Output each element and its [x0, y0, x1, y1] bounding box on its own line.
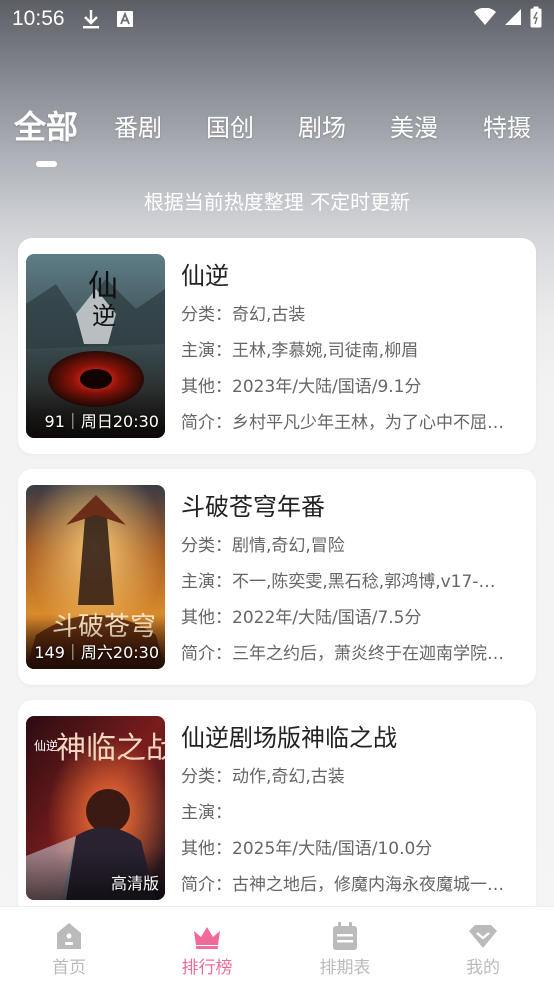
- item-intro: 简介：古神之地后，修魔内海永夜魔城一…: [181, 875, 504, 895]
- list-item[interactable]: 仙逆 神临之战 高清版 仙逆剧场版神临之战 分类：动作,奇幻,古装 主演： 其他…: [18, 700, 536, 916]
- ranking-subtitle: 根据当前热度整理 不定时更新: [143, 190, 411, 214]
- list-item[interactable]: 斗破苍穹 149｜周六20:30 斗破苍穹年番 分类：剧情,奇幻,冒险 主演：不…: [18, 469, 536, 685]
- poster-image[interactable]: 斗破苍穹 149｜周六20:30: [26, 485, 165, 669]
- nav-label: 我的: [466, 958, 500, 978]
- download-icon: [81, 9, 101, 29]
- episode-badge: 149｜周六20:30: [34, 643, 159, 662]
- item-title[interactable]: 仙逆: [181, 256, 229, 291]
- tab-american-comics[interactable]: 美漫: [390, 108, 438, 143]
- a-icon: [115, 9, 135, 29]
- svg-text:神临之战: 神临之战: [56, 731, 165, 766]
- status-time: 10:56: [12, 7, 65, 30]
- item-cast: 主演：: [181, 803, 232, 823]
- item-intro: 简介：三年之约后，萧炎终于在迦南学院…: [181, 644, 504, 664]
- quality-badge: 高清版: [110, 874, 159, 893]
- calendar-icon: [333, 922, 357, 950]
- status-bar: 10:56: [0, 0, 554, 38]
- nav-label: 首页: [52, 958, 86, 978]
- nav-home[interactable]: 首页: [0, 907, 138, 984]
- signal-icon: [504, 8, 522, 30]
- nav-label: 排行榜: [181, 958, 233, 978]
- item-other: 其他：2025年/大陆/国语/10.0分: [181, 839, 433, 859]
- nav-schedule[interactable]: 排期表: [276, 907, 414, 984]
- item-category: 分类：动作,奇幻,古装: [181, 767, 345, 787]
- episode-badge: 91｜周日20:30: [44, 412, 159, 431]
- tab-theater[interactable]: 剧场: [298, 108, 346, 143]
- nav-label: 排期表: [319, 958, 371, 978]
- tab-tokusatsu[interactable]: 特摄: [483, 108, 531, 143]
- svg-text:仙逆: 仙逆: [34, 738, 58, 753]
- item-category: 分类：剧情,奇幻,冒险: [181, 536, 345, 556]
- list-item[interactable]: 仙 逆 91｜周日20:30 仙逆 分类：奇幻,古装 主演：王林,李慕婉,司徒南…: [18, 238, 536, 454]
- item-cast: 主演：不一,陈奕雯,黑石稔,郭鸿博,v17-…: [181, 572, 496, 592]
- svg-text:逆: 逆: [92, 302, 116, 330]
- active-tab-indicator: [36, 161, 57, 167]
- nav-ranking[interactable]: 排行榜: [138, 907, 276, 984]
- poster-image[interactable]: 仙逆 神临之战 高清版: [26, 716, 165, 900]
- bottom-nav: 首页 排行榜 排期表 我的: [0, 906, 554, 984]
- category-tabs: 全部 番剧 国创 剧场 美漫 特摄: [0, 108, 554, 168]
- tab-guochuang[interactable]: 国创: [206, 108, 254, 143]
- battery-icon: [530, 6, 542, 32]
- heart-icon: [469, 925, 497, 948]
- wifi-icon: [474, 7, 496, 30]
- item-other: 其他：2022年/大陆/国语/7.5分: [181, 608, 422, 628]
- tab-fanju[interactable]: 番剧: [114, 108, 162, 143]
- nav-profile[interactable]: 我的: [414, 907, 552, 984]
- item-intro: 简介：乡村平凡少年王林，为了心中不屈…: [181, 413, 504, 433]
- svg-text:仙: 仙: [88, 269, 118, 304]
- item-category: 分类：奇幻,古装: [181, 305, 306, 325]
- crown-icon: [194, 927, 220, 949]
- item-cast: 主演：王林,李慕婉,司徒南,柳眉: [181, 341, 419, 361]
- home-icon: [57, 923, 81, 949]
- item-title[interactable]: 仙逆剧场版神临之战: [181, 718, 397, 753]
- poster-image[interactable]: 仙 逆 91｜周日20:30: [26, 254, 165, 438]
- item-other: 其他：2023年/大陆/国语/9.1分: [181, 377, 422, 397]
- tab-all[interactable]: 全部: [14, 102, 78, 148]
- item-title[interactable]: 斗破苍穹年番: [181, 487, 325, 522]
